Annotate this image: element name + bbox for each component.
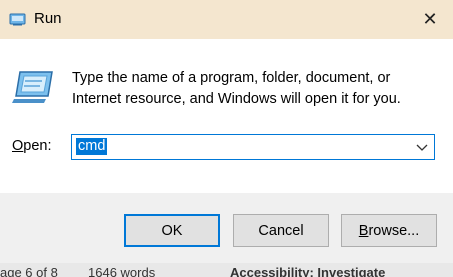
run-icon (9, 13, 26, 26)
open-input[interactable]: cmd (76, 138, 108, 155)
ok-button-label: OK (161, 222, 183, 239)
open-combobox[interactable]: cmd (71, 134, 435, 160)
description-text: Type the name of a program, folder, docu… (72, 70, 401, 107)
page-count: age 6 of 8 (0, 265, 58, 277)
browse-button-accel: B (358, 222, 369, 239)
ok-button[interactable]: OK (124, 214, 220, 247)
run-dialog: Run ✕ Type the name of a program, folder… (0, 0, 453, 277)
cancel-button[interactable]: Cancel (233, 214, 329, 247)
chevron-down-icon[interactable] (414, 139, 430, 155)
close-button[interactable]: ✕ (407, 0, 453, 39)
background-status-bar: age 6 of 8 1646 words Accessibility: Inv… (0, 263, 453, 277)
open-label: Open: (12, 138, 52, 154)
cancel-button-label: Cancel (258, 222, 304, 239)
word-count: 1646 words (88, 265, 156, 277)
title-bar[interactable]: Run ✕ (0, 0, 453, 39)
browse-button[interactable]: Browse... (341, 214, 437, 247)
close-icon: ✕ (422, 9, 438, 29)
run-icon (12, 71, 53, 103)
open-label-rest: pen: (23, 138, 52, 154)
open-label-accel: O (12, 138, 24, 154)
window-title: Run (34, 10, 62, 27)
browse-button-label: rowse... (368, 222, 420, 239)
accessibility-status: Accessibility: Investigate (230, 265, 386, 277)
button-bar: OK Cancel Browse... (0, 193, 453, 263)
